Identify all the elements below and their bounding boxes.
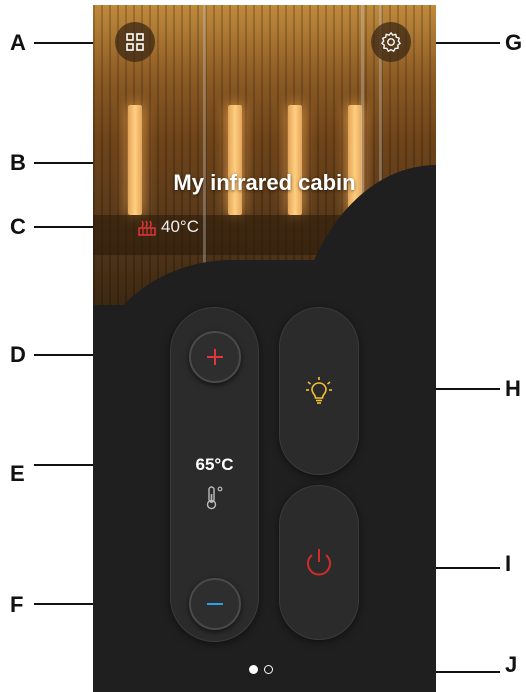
- current-temperature-value: 40°C: [161, 217, 199, 236]
- lightbulb-icon: [306, 377, 332, 404]
- thermometer-icon: [206, 486, 223, 510]
- page-dot-active[interactable]: [249, 665, 258, 674]
- current-temperature: 40°C: [137, 217, 199, 237]
- heater-icon: [138, 220, 156, 236]
- cabin-pole: [203, 5, 206, 275]
- page-dot[interactable]: [264, 665, 273, 674]
- callout-c: C: [10, 214, 26, 239]
- page-indicator[interactable]: [249, 665, 273, 674]
- app-screen: My infrared cabin 40°C 65°C: [93, 5, 436, 692]
- callout-h: H: [505, 376, 521, 401]
- heater-panel: [228, 105, 242, 215]
- increase-temp-button[interactable]: [189, 331, 241, 383]
- callout-f: F: [10, 592, 24, 617]
- callout-i: I: [505, 551, 512, 576]
- plus-icon: [207, 349, 223, 365]
- light-toggle-button[interactable]: [279, 307, 359, 475]
- target-temperature: 65°C: [195, 455, 234, 474]
- menu-button[interactable]: [115, 22, 155, 62]
- callout-a: A: [10, 30, 26, 55]
- minus-icon: [207, 603, 223, 605]
- grid-icon: [126, 33, 144, 51]
- callout-e: E: [10, 461, 25, 486]
- callout-d: D: [10, 342, 26, 367]
- gear-icon: [381, 32, 401, 52]
- power-icon: [307, 548, 331, 575]
- heater-panel: [288, 105, 302, 215]
- power-button[interactable]: [279, 485, 359, 640]
- heater-panel: [128, 105, 142, 215]
- callout-j: J: [505, 652, 518, 677]
- callout-b: B: [10, 150, 26, 175]
- settings-button[interactable]: [371, 22, 411, 62]
- background-curve: [93, 260, 436, 692]
- decrease-temp-button[interactable]: [189, 578, 241, 630]
- callout-g: G: [505, 30, 523, 55]
- temperature-control-panel: 65°C: [170, 307, 259, 642]
- cabin-name: My infrared cabin: [173, 170, 356, 195]
